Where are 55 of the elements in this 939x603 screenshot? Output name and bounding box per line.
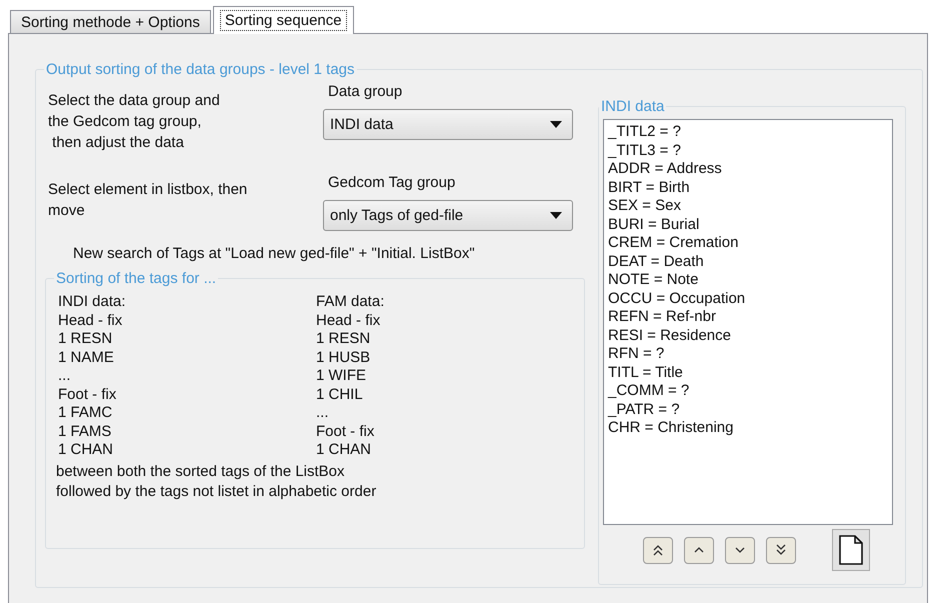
move-button[interactable] bbox=[643, 536, 673, 564]
tag-line: 1 CHAN bbox=[58, 441, 114, 460]
list-item[interactable]: _TITL2 = ? bbox=[608, 123, 888, 142]
caret-icon bbox=[550, 121, 562, 128]
listbox[interactable] bbox=[603, 119, 893, 525]
list-item[interactable]: _TITL3 = ? bbox=[608, 142, 888, 160]
group-title: Output sorting of the data groups - level 1 tags bbox=[45, 61, 356, 78]
list-item[interactable]: SEX = Sex bbox=[608, 197, 888, 216]
list-item[interactable]: _COMM = ? bbox=[608, 382, 888, 400]
list-item[interactable]: BURI = Burial bbox=[608, 216, 888, 234]
tag-line: Head - fix bbox=[58, 312, 124, 330]
list-item[interactable]: CREM = Cremation bbox=[608, 234, 888, 252]
list-item[interactable]: DEAT = Death bbox=[608, 252, 888, 271]
tag-line: Head - fix bbox=[316, 312, 382, 330]
field-label: Gedcom Tag group bbox=[328, 173, 456, 193]
move-button[interactable] bbox=[766, 536, 796, 564]
list-item[interactable]: CHR = Christening bbox=[608, 419, 888, 438]
group-title: INDI data bbox=[600, 98, 666, 115]
list-item[interactable]: _PATR = ? bbox=[608, 400, 888, 419]
caret-icon bbox=[550, 212, 562, 219]
list-item[interactable]: OCCU = Occupation bbox=[608, 290, 888, 308]
list-item[interactable]: RFN = ? bbox=[608, 345, 888, 364]
tag-line: Foot - fix bbox=[58, 386, 118, 404]
tag-line: 1 WIFE bbox=[316, 367, 368, 386]
list-item[interactable]: ADDR = Address bbox=[608, 160, 888, 178]
explanation-text: between both the sorted tags of the ListBox followed by the tags not listet in alphabetic order bbox=[56, 462, 378, 502]
list-item[interactable]: NOTE = Note bbox=[608, 271, 888, 290]
list-item[interactable]: BIRT = Birth bbox=[608, 178, 888, 197]
page-icon bbox=[839, 535, 863, 565]
tag-line: 1 FAMS bbox=[58, 422, 112, 441]
list-item[interactable]: REFN = Ref-nbr bbox=[608, 308, 888, 326]
tag-line: 1 RESN bbox=[58, 330, 114, 348]
tag-line: INDI data: bbox=[58, 293, 127, 312]
instruction-text: Select the data group and the Gedcom tag group, then adjust the data bbox=[48, 91, 221, 153]
note-text: New search of Tags at "Load new ged-file" + "Initial. ListBox" bbox=[73, 245, 476, 262]
tag-line: 1 CHAN bbox=[316, 441, 372, 460]
instruction-text: Select element in listbox, then move bbox=[48, 180, 248, 221]
tag-line: 1 FAMC bbox=[58, 404, 114, 422]
tab[interactable]: Sorting methode + Options bbox=[10, 10, 211, 33]
tag-line: Foot - fix bbox=[316, 422, 376, 441]
group-title: Sorting of the tags for ... bbox=[55, 270, 218, 287]
tag-line: ... bbox=[58, 367, 72, 386]
tag-line: FAM data: bbox=[316, 293, 386, 312]
new-page-button[interactable] bbox=[832, 529, 870, 571]
list-item[interactable]: RESI = Residence bbox=[608, 326, 888, 345]
tab[interactable]: Sorting sequence bbox=[212, 6, 354, 34]
tag-line: 1 CHIL bbox=[316, 386, 364, 404]
dropdown[interactable]: INDI data bbox=[323, 109, 573, 140]
tag-line: 1 HUSB bbox=[316, 348, 372, 367]
field-label: Data group bbox=[328, 82, 404, 102]
tag-line: 1 RESN bbox=[316, 330, 372, 348]
tag-line: ... bbox=[316, 404, 330, 422]
list-item[interactable]: TITL = Title bbox=[608, 364, 888, 382]
tag-line: 1 NAME bbox=[58, 348, 115, 367]
dropdown[interactable]: only Tags of ged-file bbox=[323, 200, 573, 231]
